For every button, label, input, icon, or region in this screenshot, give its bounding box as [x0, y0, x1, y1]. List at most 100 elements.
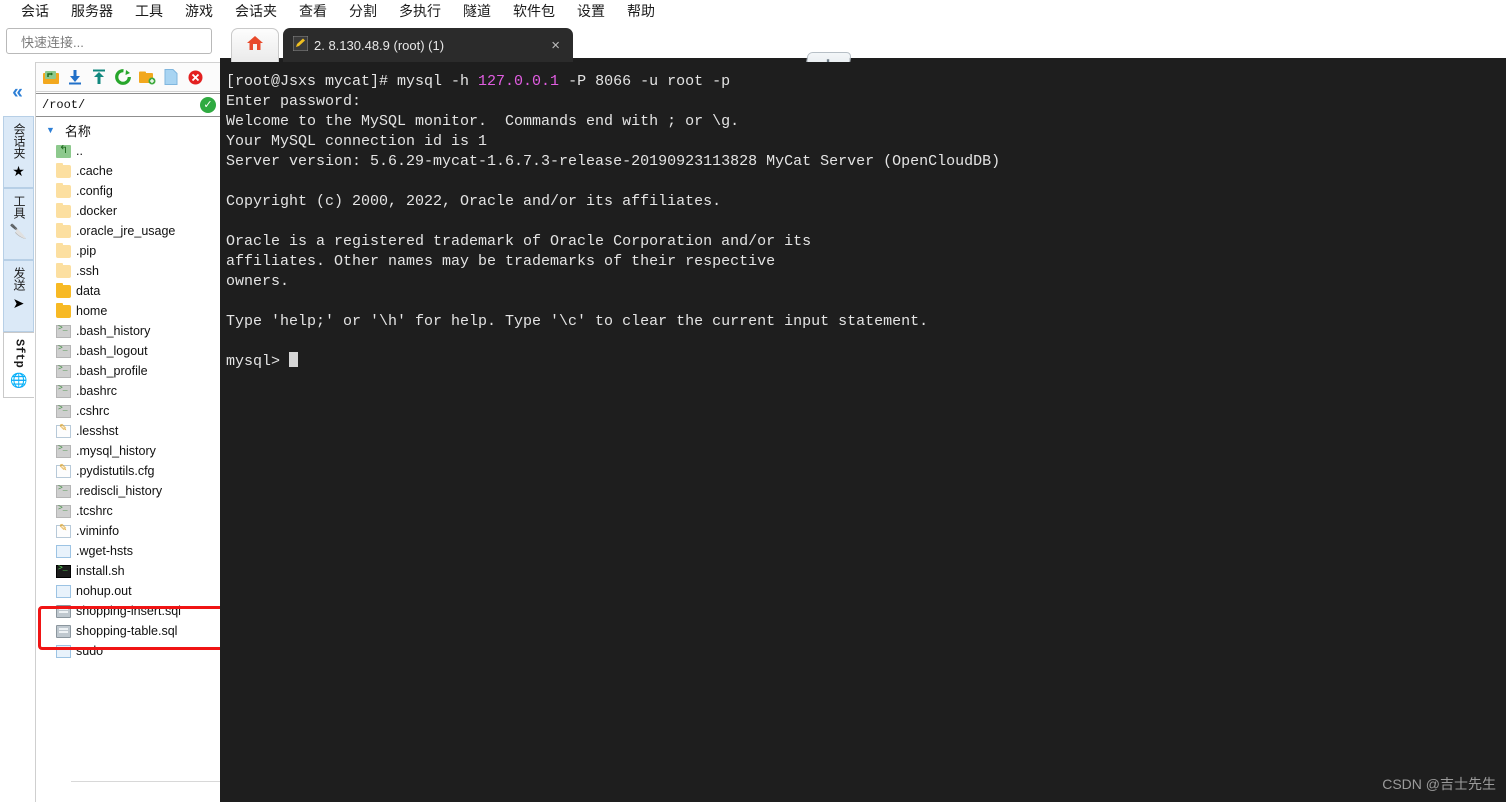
terminal-line: mysql> — [226, 352, 1506, 372]
file-list-item[interactable]: .bash_logout — [36, 341, 221, 361]
file-list-item[interactable]: .bash_history — [36, 321, 221, 341]
watermark: CSDN @吉士先生 — [1382, 776, 1496, 792]
file-list-item[interactable]: .config — [36, 181, 221, 201]
file-name: .. — [76, 144, 83, 158]
terminal-text: mysql> — [226, 353, 290, 370]
upload-icon[interactable] — [89, 67, 109, 87]
menu-item-1[interactable]: 服务器 — [60, 0, 124, 23]
close-icon[interactable]: × — [546, 37, 565, 54]
file-list-item[interactable]: .rediscli_history — [36, 481, 221, 501]
terminal-output[interactable]: [root@Jsxs mycat]# mysql -h 127.0.0.1 -P… — [220, 62, 1506, 802]
tab-home[interactable] — [231, 28, 279, 62]
shell-icon — [56, 444, 71, 458]
folder-b-icon — [56, 302, 71, 318]
file-list-item[interactable]: data — [36, 281, 221, 301]
terminal-line: Enter password: — [226, 92, 1506, 112]
file-name: shopping-table.sql — [76, 624, 178, 638]
menu-item-6[interactable]: 分割 — [338, 0, 388, 23]
file-list-item[interactable]: sudo — [36, 641, 221, 661]
refresh-icon[interactable] — [113, 67, 133, 87]
file-list-item[interactable]: shopping-table.sql — [36, 621, 221, 641]
folder-icon — [56, 162, 71, 178]
file-name: .bash_profile — [76, 364, 148, 378]
file-list-item[interactable]: .lesshst — [36, 421, 221, 441]
rail-tab-3[interactable]: Sftp 🌐 — [3, 332, 34, 398]
file-name: .tcshrc — [76, 504, 113, 518]
file-list-item[interactable]: .pip — [36, 241, 221, 261]
file-list-item[interactable]: .cache — [36, 161, 221, 181]
file-list-item[interactable]: .oracle_jre_usage — [36, 221, 221, 241]
connected-check-icon: ✓ — [200, 97, 216, 113]
file-list-item[interactable]: .mysql_history — [36, 441, 221, 461]
file-name: .oracle_jre_usage — [76, 224, 176, 238]
rail-tab-2[interactable]: 发送 ➤ — [3, 260, 34, 332]
doc-icon — [56, 544, 71, 558]
collapse-icon[interactable]: « — [0, 78, 35, 108]
file-list-item[interactable]: .bash_profile — [36, 361, 221, 381]
file-list[interactable]: .. .cache .config .docker .oracle_jre_usage.… — [36, 141, 221, 781]
new-file-icon[interactable] — [161, 67, 181, 87]
file-list-item[interactable]: shopping-insert.sql — [36, 601, 221, 621]
file-list-item[interactable]: nohup.out — [36, 581, 221, 601]
file-list-item[interactable]: .viminfo — [36, 521, 221, 541]
menu-item-10[interactable]: 设置 — [566, 0, 616, 23]
rail-tab-0[interactable]: 会话夹 ★ — [3, 116, 34, 188]
terminal-cursor — [289, 352, 299, 367]
up-folder-icon[interactable] — [41, 67, 61, 87]
file-name: .viminfo — [76, 524, 120, 538]
up-icon — [56, 143, 71, 158]
download-icon[interactable] — [65, 67, 85, 87]
menu-item-3[interactable]: 游戏 — [174, 0, 224, 23]
menu-item-0[interactable]: 会话 — [10, 0, 60, 23]
file-name: install.sh — [76, 564, 125, 578]
shell-icon — [56, 344, 71, 358]
delete-icon[interactable] — [185, 67, 205, 87]
folder-icon — [56, 182, 71, 198]
menu-item-2[interactable]: 工具 — [124, 0, 174, 23]
quick-connect-input[interactable]: 快速连接... — [6, 28, 212, 54]
menu-item-8[interactable]: 隧道 — [452, 0, 502, 23]
file-list-column-header[interactable]: ▼ 名称 — [36, 119, 221, 141]
file-name: .ssh — [76, 264, 99, 278]
file-list-item[interactable]: .docker — [36, 201, 221, 221]
new-folder-icon[interactable] — [137, 67, 157, 87]
rail-tab-icon-0: ★ — [12, 163, 25, 179]
file-name: .cshrc — [76, 404, 110, 418]
docp-icon — [56, 423, 71, 438]
menu-item-11[interactable]: 帮助 — [616, 0, 666, 23]
terminal-line: Oracle is a registered trademark of Orac… — [226, 232, 1506, 252]
rail-tab-label: 发送 — [12, 267, 26, 291]
terminal-host-ip: 127.0.0.1 — [478, 73, 560, 90]
file-list-item[interactable]: .cshrc — [36, 401, 221, 421]
file-list-item[interactable]: .wget-hsts — [36, 541, 221, 561]
left-rail: « 会话夹 ★ 工具 🔪 发送 ➤ Sftp 🌐 — [0, 62, 35, 802]
terminal-text: Your MySQL connection id is 1 — [226, 133, 488, 150]
sftp-panel: /root/ ✓ ▼ 名称 .. .cache .config .docker .ora… — [35, 62, 256, 802]
menu-item-9[interactable]: 软件包 — [502, 0, 566, 23]
sftp-path-bar[interactable]: /root/ ✓ — [36, 93, 221, 117]
file-list-item[interactable]: .. — [36, 141, 221, 161]
rail-tab-icon-2: ➤ — [12, 295, 25, 311]
terminal-line: Your MySQL connection id is 1 — [226, 132, 1506, 152]
file-list-item[interactable]: install.sh — [36, 561, 221, 581]
shell-icon — [56, 404, 71, 418]
tab-strip: 2. 8.130.48.9 (root) (1) × ✚ — [220, 22, 1506, 76]
shellb-icon — [56, 564, 71, 578]
file-list-item[interactable]: .ssh — [36, 261, 221, 281]
file-name: .docker — [76, 204, 117, 218]
file-list-item[interactable]: home — [36, 301, 221, 321]
file-list-item[interactable]: .pydistutils.cfg — [36, 461, 221, 481]
file-list-item[interactable]: .bashrc — [36, 381, 221, 401]
terminal-line: Server version: 5.6.29-mycat-1.6.7.3-rel… — [226, 152, 1506, 172]
menu-item-7[interactable]: 多执行 — [388, 0, 452, 23]
rail-tab-1[interactable]: 工具 🔪 — [3, 188, 34, 260]
terminal-line: owners. — [226, 272, 1506, 292]
menu-item-4[interactable]: 会话夹 — [224, 0, 288, 23]
menu-item-5[interactable]: 查看 — [288, 0, 338, 23]
tab-session-active[interactable]: 2. 8.130.48.9 (root) (1) × — [283, 28, 573, 62]
file-list-item[interactable]: .tcshrc — [36, 501, 221, 521]
rail-tab-label: 会话夹 — [12, 123, 26, 159]
quick-connect-placeholder: 快速连接... — [21, 34, 84, 50]
folder-b-icon — [56, 282, 71, 298]
rail-tab-label: 工具 — [12, 195, 26, 219]
